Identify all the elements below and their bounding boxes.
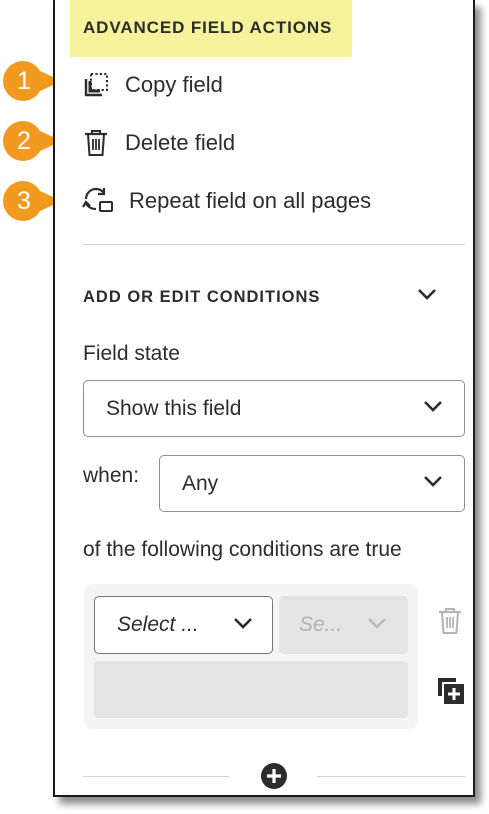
field-properties-panel: ADVANCED FIELD ACTIONS Copy field Delete…: [53, 0, 475, 797]
chevron-down-icon: [422, 397, 444, 420]
repeat-icon: [81, 186, 115, 216]
callout-number: 2: [17, 126, 31, 155]
field-state-value: Show this field: [106, 396, 242, 420]
copy-icon: [81, 70, 111, 100]
condition-field-dropdown[interactable]: Select ...: [94, 596, 273, 654]
bottom-divider-right: [317, 776, 465, 777]
condition-row-container: Select ... Se...: [84, 584, 418, 729]
chevron-down-icon: [422, 472, 444, 495]
repeat-field-label: Repeat field on all pages: [129, 188, 372, 213]
duplicate-condition-icon[interactable]: [436, 676, 466, 711]
field-state-label: Field state: [83, 342, 180, 365]
trash-icon: [81, 128, 111, 158]
delete-field-label: Delete field: [125, 130, 236, 155]
when-value: Any: [182, 471, 219, 495]
delete-condition-trash-icon[interactable]: [437, 607, 463, 640]
add-condition-plus-icon[interactable]: [260, 762, 288, 795]
bottom-divider-left: [83, 776, 230, 777]
section-divider: [83, 244, 465, 245]
delete-field-action[interactable]: Delete field: [81, 128, 235, 158]
condition-operator-placeholder: Se...: [299, 613, 343, 636]
callout-number: 3: [17, 186, 31, 215]
advanced-field-actions-header: ADVANCED FIELD ACTIONS: [70, 0, 352, 57]
chevron-down-icon: [366, 614, 388, 637]
condition-operator-dropdown[interactable]: Se...: [279, 596, 408, 654]
following-conditions-text: of the following conditions are true: [83, 538, 402, 561]
when-label: when:: [83, 464, 140, 487]
conditions-header: ADD OR EDIT CONDITIONS: [83, 288, 321, 306]
chevron-down-icon[interactable]: [415, 284, 439, 309]
condition-field-placeholder: Select ...: [117, 613, 199, 636]
repeat-field-action[interactable]: Repeat field on all pages: [81, 186, 371, 216]
field-state-dropdown[interactable]: Show this field: [83, 380, 465, 437]
copy-field-action[interactable]: Copy field: [81, 70, 223, 100]
condition-value-input[interactable]: [94, 661, 408, 718]
copy-field-label: Copy field: [125, 72, 223, 97]
callout-number: 1: [17, 66, 31, 95]
when-dropdown[interactable]: Any: [159, 455, 465, 512]
chevron-down-icon: [232, 614, 254, 637]
